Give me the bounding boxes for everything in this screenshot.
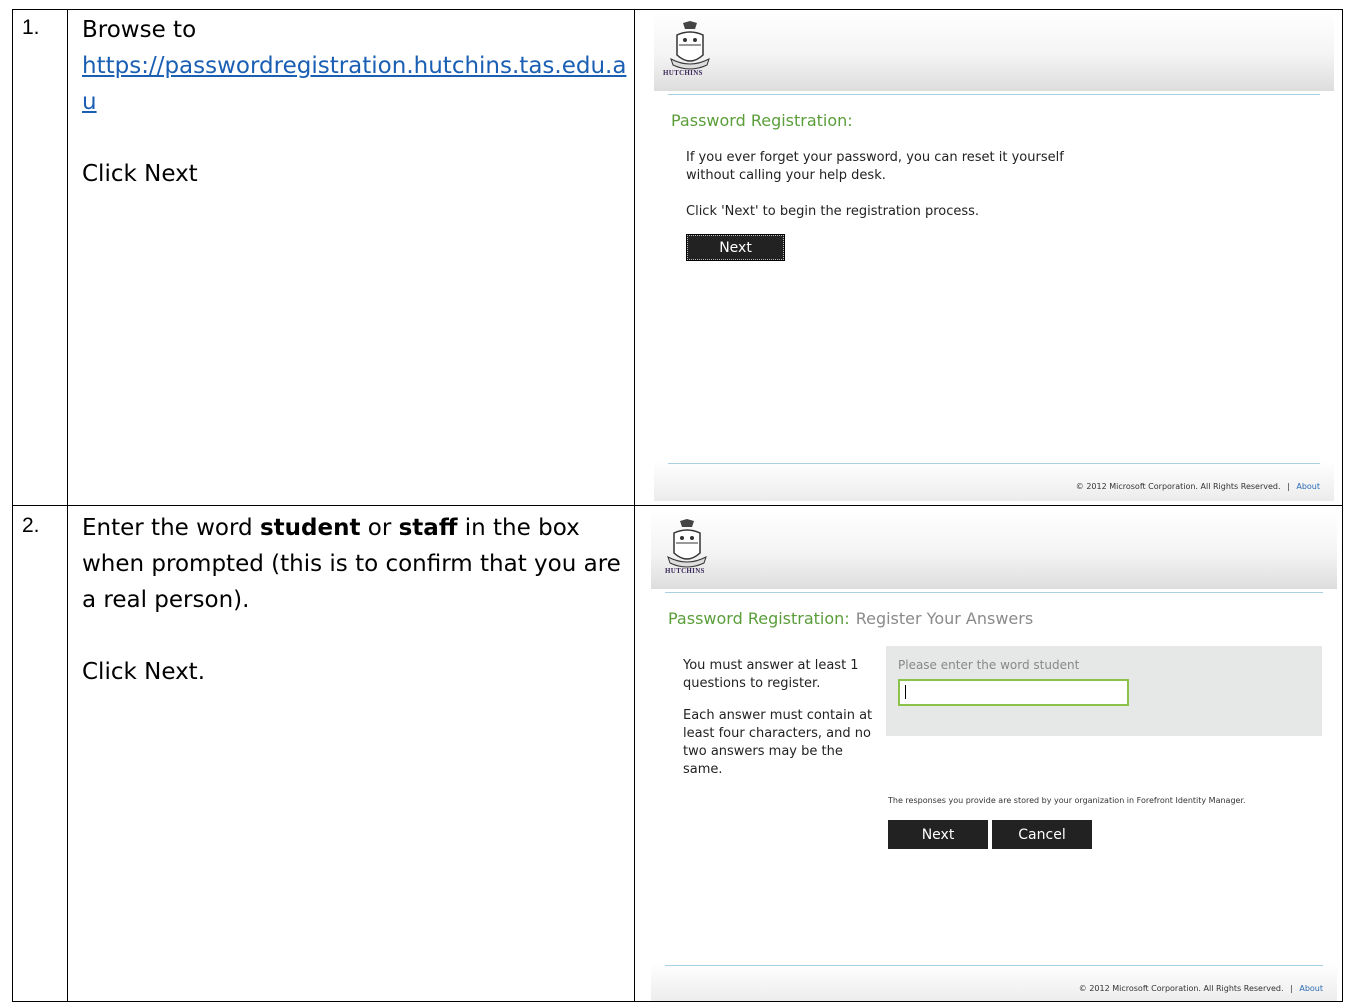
copyright-text: © 2012 Microsoft Corporation. All Rights… bbox=[1075, 482, 1281, 491]
word-staff: staff bbox=[398, 515, 458, 541]
footer: © 2012 Microsoft Corporation. All Rights… bbox=[654, 461, 1334, 501]
word-student: student bbox=[259, 515, 361, 541]
header-bar: HUTCHINS bbox=[654, 11, 1334, 91]
footer: © 2012 Microsoft Corporation. All Rights… bbox=[651, 963, 1337, 1001]
next-button[interactable]: Next bbox=[888, 820, 988, 849]
cancel-button[interactable]: Cancel bbox=[992, 820, 1092, 849]
intro-line-2: without calling your help desk. bbox=[686, 168, 886, 183]
registration-url-link[interactable]: https://passwordregistration.hutchins.ta… bbox=[82, 53, 626, 115]
hutchins-logo-text: HUTCHINS bbox=[665, 567, 705, 575]
storage-note: The responses you provide are stored by … bbox=[888, 796, 1246, 805]
page-title-main: Password Registration: bbox=[668, 609, 850, 628]
footer-text: © 2012 Microsoft Corporation. All Rights… bbox=[1079, 984, 1323, 993]
step-number: 2. bbox=[22, 514, 40, 537]
text-caret bbox=[905, 685, 906, 699]
requirement-text-2: Each answer must contain at least four c… bbox=[683, 708, 873, 777]
intro-line-1: If you ever forget your password, you ca… bbox=[686, 150, 1064, 165]
page-title: Password Registration: Register Your Answ… bbox=[668, 609, 1033, 628]
footer-separator: | bbox=[1287, 482, 1290, 491]
answer-input[interactable] bbox=[898, 679, 1129, 706]
intro-line-3: Click 'Next' to begin the registration p… bbox=[686, 204, 980, 219]
step2-instruction-text: Enter the word student or staff in the b… bbox=[82, 515, 621, 613]
about-link[interactable]: About bbox=[1296, 482, 1320, 491]
footer-rule bbox=[665, 965, 1323, 966]
click-next-text: Click Next. bbox=[82, 659, 206, 685]
step-instruction: Enter the word student or staff in the b… bbox=[82, 510, 627, 690]
footer-text: © 2012 Microsoft Corporation. All Rights… bbox=[1076, 482, 1320, 491]
page-subtitle: Register Your Answers bbox=[855, 609, 1034, 628]
header-rule bbox=[665, 592, 1323, 593]
screenshot-step2: HUTCHINS Password Registration: Register … bbox=[651, 509, 1337, 1001]
header-bar: HUTCHINS bbox=[651, 509, 1337, 589]
question-label: Please enter the word student bbox=[898, 658, 1080, 672]
copyright-text: © 2012 Microsoft Corporation. All Rights… bbox=[1078, 984, 1284, 993]
table-row-divider bbox=[12, 505, 1343, 506]
screenshot-step1: HUTCHINS Password Registration: If you e… bbox=[654, 11, 1334, 501]
hutchins-logo-text: HUTCHINS bbox=[663, 69, 703, 77]
header-rule bbox=[668, 94, 1320, 95]
question-panel: Please enter the word student bbox=[886, 646, 1322, 736]
click-next-text: Click Next bbox=[82, 161, 198, 187]
requirement-text-1: You must answer at least 1 questions to … bbox=[683, 658, 859, 691]
page-title: Password Registration: bbox=[671, 111, 853, 130]
footer-separator: | bbox=[1290, 984, 1293, 993]
step-number: 1. bbox=[22, 16, 40, 39]
about-link[interactable]: About bbox=[1299, 984, 1323, 993]
table-border-top bbox=[12, 9, 1343, 10]
browse-text: Browse to bbox=[82, 17, 197, 43]
step-instruction: Browse to https://passwordregistration.h… bbox=[82, 12, 627, 192]
next-button[interactable]: Next bbox=[686, 234, 785, 261]
footer-rule bbox=[668, 463, 1320, 464]
